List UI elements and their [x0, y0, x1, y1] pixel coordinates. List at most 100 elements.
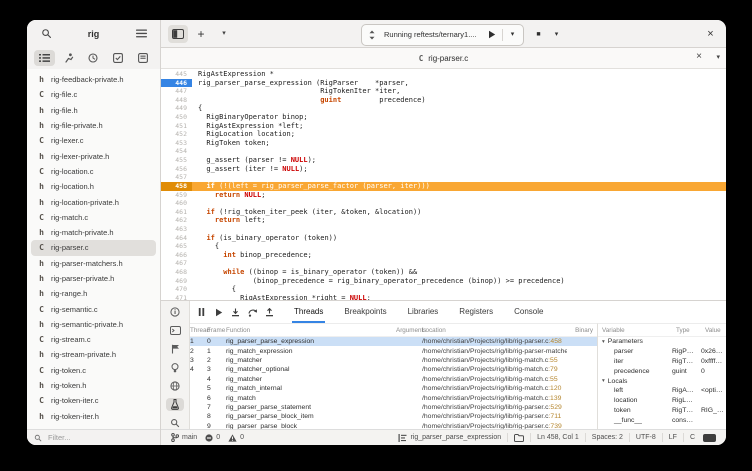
filter-input[interactable]	[46, 432, 140, 443]
line-number[interactable]: 469	[161, 277, 192, 286]
file-item[interactable]: Crig-lexer.c	[31, 133, 156, 148]
variable-group[interactable]: ▾Locals	[598, 376, 726, 386]
code-line[interactable]: 445RigAstExpression *	[161, 70, 726, 79]
variable-row[interactable]: precedenceguint0	[598, 366, 726, 376]
branch-indicator[interactable]: main	[167, 433, 201, 442]
line-number[interactable]: 451	[161, 122, 192, 131]
panel-toggle-icon[interactable]	[168, 25, 188, 43]
thread-row[interactable]: 32rig_matcher/home/christian/Projects/ri…	[190, 356, 597, 365]
flags-panel-icon[interactable]	[166, 343, 184, 356]
run-button[interactable]	[484, 27, 500, 43]
code-line[interactable]: 459 return NULL;	[161, 191, 726, 200]
keyboard-icon[interactable]	[699, 434, 720, 442]
column-header[interactable]: Location	[422, 327, 567, 334]
code-line[interactable]: 458 if (!(left = rig_parser_parse_factor…	[161, 182, 726, 191]
web-panel-icon[interactable]	[166, 379, 184, 392]
file-item[interactable]: hrig-match-private.h	[31, 225, 156, 240]
line-number[interactable]: 461	[161, 208, 192, 217]
variable-row[interactable]: locationRigL…	[598, 396, 726, 406]
window-close-button[interactable]: ×	[702, 25, 719, 42]
code-line[interactable]: 451 RigAstExpression *left;	[161, 122, 726, 131]
tab-rig-parser-c[interactable]: C rig-parser.c	[409, 48, 479, 68]
file-item[interactable]: hrig-semantic-private.h	[31, 317, 156, 332]
line-number[interactable]: 446	[161, 79, 192, 88]
variable-row[interactable]: __func__cons…	[598, 415, 726, 425]
file-item[interactable]: hrig-parser-matchers.h	[31, 256, 156, 271]
info-panel-icon[interactable]	[166, 306, 184, 319]
project-tree-icon[interactable]	[34, 50, 55, 66]
step-in-icon[interactable]	[227, 304, 244, 320]
line-number[interactable]: 460	[161, 199, 192, 208]
code-line[interactable]: 457	[161, 173, 726, 182]
line-number[interactable]: 452	[161, 130, 192, 139]
error-indicator[interactable]: 0	[201, 434, 224, 442]
code-line[interactable]: 453 RigToken token;	[161, 139, 726, 148]
code-line[interactable]: 452 RigLocation location;	[161, 130, 726, 139]
column-header[interactable]: Frame	[207, 327, 226, 334]
code-editor[interactable]: 445RigAstExpression *446rig_parser_parse…	[161, 69, 726, 300]
expander-caret-icon[interactable]: ▾	[602, 339, 605, 345]
step-out-icon[interactable]	[261, 304, 278, 320]
file-item[interactable]: Crig-match.c	[31, 210, 156, 225]
file-item[interactable]: hrig-parser-private.h	[31, 271, 156, 286]
variable-row[interactable]: leftRigA…<opti…	[598, 386, 726, 396]
file-item[interactable]: hrig-token-iter.h	[31, 409, 156, 424]
file-item[interactable]: hrig-file.h	[31, 103, 156, 118]
file-item[interactable]: Crig-file.c	[31, 87, 156, 102]
code-line[interactable]: 460	[161, 199, 726, 208]
file-item[interactable]: Crig-location.c	[31, 164, 156, 179]
code-line[interactable]: 469 (binop_precedence = rig_binary_opera…	[161, 277, 726, 286]
line-number[interactable]: 447	[161, 87, 192, 96]
thread-row[interactable]: 8rig_parser_parse_block_item/home/christ…	[190, 412, 597, 421]
thread-row[interactable]: 21rig_match_expression/home/christian/Pr…	[190, 346, 597, 355]
variable-group[interactable]: ▾Parameters	[598, 337, 726, 347]
code-line[interactable]: 450 RigBinaryOperator binop;	[161, 113, 726, 122]
code-line[interactable]: 454	[161, 147, 726, 156]
language-mode[interactable]: C	[686, 434, 699, 441]
line-number[interactable]: 464	[161, 234, 192, 243]
line-ending[interactable]: LF	[665, 434, 681, 441]
variable-row[interactable]: iterRigT…0xffff…	[598, 357, 726, 367]
terminal-panel-icon[interactable]	[166, 324, 184, 337]
menu-icon[interactable]	[131, 25, 151, 43]
line-number[interactable]: 463	[161, 225, 192, 234]
file-item[interactable]: hrig-range.h	[31, 286, 156, 301]
run-icon[interactable]	[58, 50, 79, 66]
run-menu-button[interactable]: ▾	[505, 27, 521, 43]
debugger-tab-libraries[interactable]: Libraries	[406, 301, 441, 323]
code-line[interactable]: 468 while ((binop = is_binary_operator (…	[161, 268, 726, 277]
thread-row[interactable]: 7rig_parser_parse_statement/home/christi…	[190, 403, 597, 412]
line-number[interactable]: 455	[161, 156, 192, 165]
indent-mode[interactable]: Spaces: 2	[588, 434, 627, 441]
thread-row[interactable]: 43rig_matcher_optional/home/christian/Pr…	[190, 365, 597, 374]
bulb-panel-icon[interactable]	[166, 361, 184, 374]
warning-indicator[interactable]: 0	[224, 434, 248, 442]
cursor-position[interactable]: Ln 458, Col 1	[533, 434, 583, 441]
file-item[interactable]: Crig-token.c	[31, 363, 156, 378]
file-item[interactable]: Crig-semantic.c	[31, 301, 156, 316]
line-number[interactable]: 456	[161, 165, 192, 174]
search-icon[interactable]	[36, 25, 56, 43]
code-line[interactable]: 449{	[161, 104, 726, 113]
line-number[interactable]: 462	[161, 216, 192, 225]
column-header[interactable]: Function	[226, 327, 396, 334]
variable-row[interactable]: tokenRigT…RIG_…	[598, 406, 726, 416]
tab-list-button[interactable]: ▾	[716, 53, 720, 61]
code-line[interactable]: 470 {	[161, 285, 726, 294]
search-panel-icon[interactable]	[166, 416, 184, 429]
line-number[interactable]: 450	[161, 113, 192, 122]
tab-close-button[interactable]: ×	[696, 51, 702, 62]
debugger-panel-icon[interactable]	[166, 398, 184, 411]
line-number[interactable]: 468	[161, 268, 192, 277]
column-header[interactable]: Type	[676, 327, 705, 334]
file-item[interactable]: hrig-feedback-private.h	[31, 72, 156, 87]
thread-row[interactable]: 5rig_match_internal/home/christian/Proje…	[190, 384, 597, 393]
code-line[interactable]: 461 if (!rig_token_iter_peek (iter, &tok…	[161, 208, 726, 217]
debugger-tab-console[interactable]: Console	[512, 301, 545, 323]
history-icon[interactable]	[83, 50, 104, 66]
column-header[interactable]: Variable	[602, 327, 676, 334]
thread-row[interactable]: 6rig_match/home/christian/Projects/rig/l…	[190, 393, 597, 402]
code-line[interactable]: 447 RigTokenIter *iter,	[161, 87, 726, 96]
file-item[interactable]: hrig-stream-private.h	[31, 347, 156, 362]
line-number[interactable]: 470	[161, 285, 192, 294]
